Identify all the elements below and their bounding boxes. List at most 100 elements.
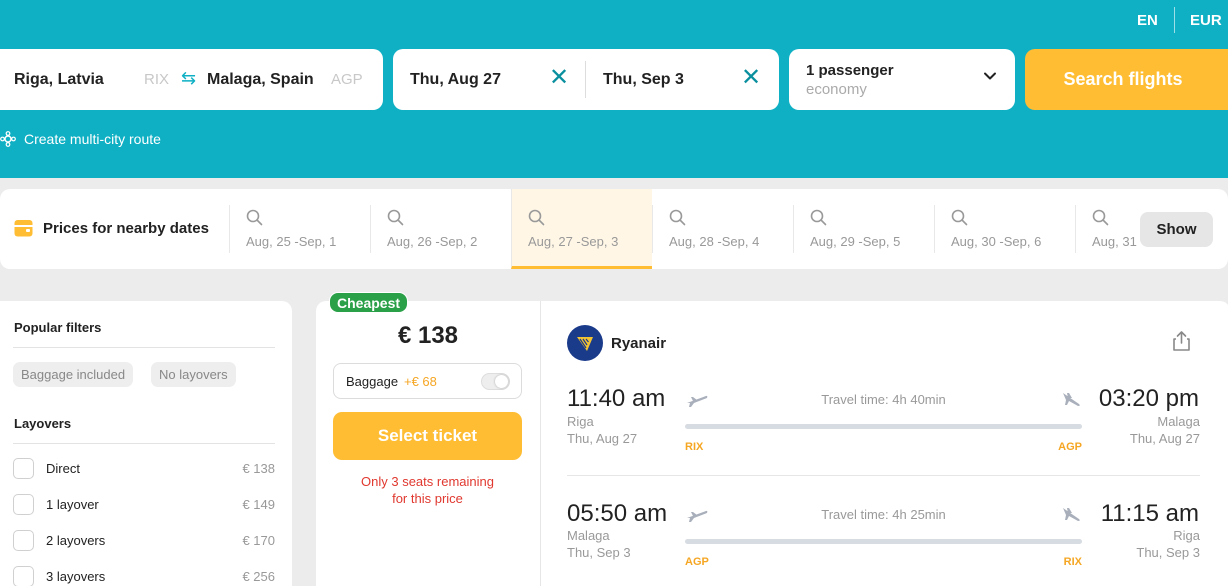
layover-price: € 170 xyxy=(242,533,275,548)
origin-code: RIX xyxy=(144,71,170,88)
dates-field: Thu, Aug 27 ✕ Thu, Sep 3 ✕ xyxy=(393,49,779,110)
checkbox[interactable] xyxy=(13,458,34,479)
search-icon xyxy=(528,209,545,226)
nearby-date-label: Aug, 27 -Sep, 3 xyxy=(528,234,619,249)
passengers-dropdown[interactable]: 1 passenger economy xyxy=(789,49,1015,110)
baggage-toggle[interactable] xyxy=(481,373,510,390)
destination-code: AGP xyxy=(331,71,363,88)
departure-airport-code: AGP xyxy=(685,556,709,568)
checkbox[interactable] xyxy=(13,530,34,551)
nearby-date-option[interactable]: Aug, 29 -Sep, 5 xyxy=(793,205,934,253)
departure-city: Riga xyxy=(567,414,594,429)
layover-price: € 149 xyxy=(242,497,275,512)
nearby-date-option[interactable]: Aug, 30 -Sep, 6 xyxy=(934,205,1075,253)
seats-remaining-warning: Only 3 seats remaining for this price xyxy=(333,473,522,507)
layover-option-3[interactable]: 3 layovers € 256 xyxy=(13,566,275,586)
search-icon xyxy=(387,209,404,226)
arrival-time: 03:20 pm xyxy=(1098,385,1199,412)
filter-chip-no-layovers[interactable]: No layovers xyxy=(151,362,236,387)
popular-filters-title: Popular filters xyxy=(14,320,102,335)
language-divider xyxy=(1174,7,1175,33)
divider xyxy=(13,347,275,348)
language-selector[interactable]: EN xyxy=(1137,12,1158,29)
clear-depart-date-icon[interactable]: ✕ xyxy=(549,66,569,90)
cheapest-badge: Cheapest xyxy=(329,292,409,313)
segment-divider xyxy=(567,475,1200,476)
departure-airport-code: RIX xyxy=(685,441,704,453)
arrival-date: Thu, Aug 27 xyxy=(1129,431,1200,446)
nearby-date-option[interactable]: Aug, 26 -Sep, 2 xyxy=(370,205,511,253)
chevron-down-icon xyxy=(984,72,996,80)
multi-city-label: Create multi-city route xyxy=(24,131,161,147)
harp-icon xyxy=(577,337,593,351)
clear-return-date-icon[interactable]: ✕ xyxy=(741,66,761,90)
arrival-city: Riga xyxy=(1173,528,1200,543)
departure-city: Malaga xyxy=(567,528,610,543)
filters-sidebar: Popular filters Baggage included No layo… xyxy=(0,301,292,586)
route-field[interactable]: Riga, Latvia RIX ⇆ Malaga, Spain AGP xyxy=(0,49,383,110)
multi-city-icon xyxy=(0,131,16,147)
divider xyxy=(13,443,275,444)
date-divider xyxy=(585,61,586,98)
nearby-date-option[interactable]: Aug, 25 -Sep, 1 xyxy=(229,205,370,253)
depart-date-input[interactable]: Thu, Aug 27 xyxy=(410,71,501,89)
departure-time: 11:40 am xyxy=(567,385,666,412)
currency-selector[interactable]: EUR xyxy=(1190,12,1222,29)
checkbox[interactable] xyxy=(13,494,34,515)
travel-time: Travel time: 4h 25min xyxy=(821,507,946,522)
nearby-date-label: Aug, 30 -Sep, 6 xyxy=(951,234,1042,249)
seats-warning-line: Only 3 seats remaining xyxy=(361,474,494,489)
nearby-dates-title: Prices for nearby dates xyxy=(14,219,209,237)
nearby-date-label: Aug, 25 -Sep, 1 xyxy=(246,234,337,249)
nearby-dates-label: Prices for nearby dates xyxy=(43,219,209,237)
nearby-date-option[interactable]: Aug, 31 -Sep, 7 xyxy=(1075,205,1140,253)
baggage-price: +€ 68 xyxy=(404,374,437,389)
search-icon xyxy=(951,209,968,226)
calendar-icon xyxy=(14,220,33,237)
arrival-city: Malaga xyxy=(1157,414,1200,429)
cabin-class: economy xyxy=(806,81,867,98)
checkbox[interactable] xyxy=(13,566,34,586)
layover-price: € 256 xyxy=(242,569,275,584)
nearby-date-option[interactable]: Aug, 28 -Sep, 4 xyxy=(652,205,793,253)
multi-city-link[interactable]: Create multi-city route xyxy=(0,131,161,147)
layover-option-1[interactable]: 1 layover € 149 xyxy=(13,494,275,516)
arrival-airport-code: AGP xyxy=(1058,441,1082,453)
search-icon xyxy=(1092,209,1109,226)
nearby-date-option-selected[interactable]: Aug, 27 -Sep, 3 xyxy=(511,189,652,269)
airline-logo xyxy=(567,325,603,361)
baggage-label: Baggage xyxy=(346,374,399,389)
nearby-dates-bar: Prices for nearby dates Aug, 25 -Sep, 1 … xyxy=(0,189,1228,269)
filter-chip-baggage[interactable]: Baggage included xyxy=(13,362,134,387)
origin-input[interactable]: Riga, Latvia xyxy=(14,71,104,89)
flight-path-line xyxy=(685,539,1082,544)
airline-name: Ryanair xyxy=(611,335,667,352)
nearby-date-label: Aug, 26 -Sep, 2 xyxy=(387,234,478,249)
departure-time: 05:50 am xyxy=(567,500,668,527)
search-flights-button[interactable]: Search flights xyxy=(1025,49,1228,110)
passenger-count: 1 passenger xyxy=(806,62,894,79)
layover-label: 3 layovers xyxy=(46,569,106,584)
ticket-price: € 138 xyxy=(397,322,459,349)
layover-price: € 138 xyxy=(242,461,275,476)
baggage-option[interactable]: Baggage +€ 68 xyxy=(333,363,522,399)
layover-option-2[interactable]: 2 layovers € 170 xyxy=(13,530,275,552)
search-icon xyxy=(246,209,263,226)
return-date-input[interactable]: Thu, Sep 3 xyxy=(603,71,684,89)
travel-time: Travel time: 4h 40min xyxy=(821,392,946,407)
search-icon xyxy=(669,209,686,226)
departure-date: Thu, Sep 3 xyxy=(567,545,631,560)
share-icon[interactable] xyxy=(1172,330,1191,352)
destination-input[interactable]: Malaga, Spain xyxy=(207,71,314,89)
layover-option-direct[interactable]: Direct € 138 xyxy=(13,458,275,480)
layovers-title: Layovers xyxy=(14,416,72,431)
layover-label: Direct xyxy=(46,461,80,476)
layover-label: 2 layovers xyxy=(46,533,106,548)
nearby-date-label: Aug, 29 -Sep, 5 xyxy=(810,234,901,249)
show-button[interactable]: Show xyxy=(1140,212,1213,247)
select-ticket-button[interactable]: Select ticket xyxy=(333,412,522,460)
seats-warning-line: for this price xyxy=(392,491,463,506)
search-icon xyxy=(810,209,827,226)
swap-icon[interactable]: ⇆ xyxy=(181,68,196,89)
departure-date: Thu, Aug 27 xyxy=(567,431,638,446)
